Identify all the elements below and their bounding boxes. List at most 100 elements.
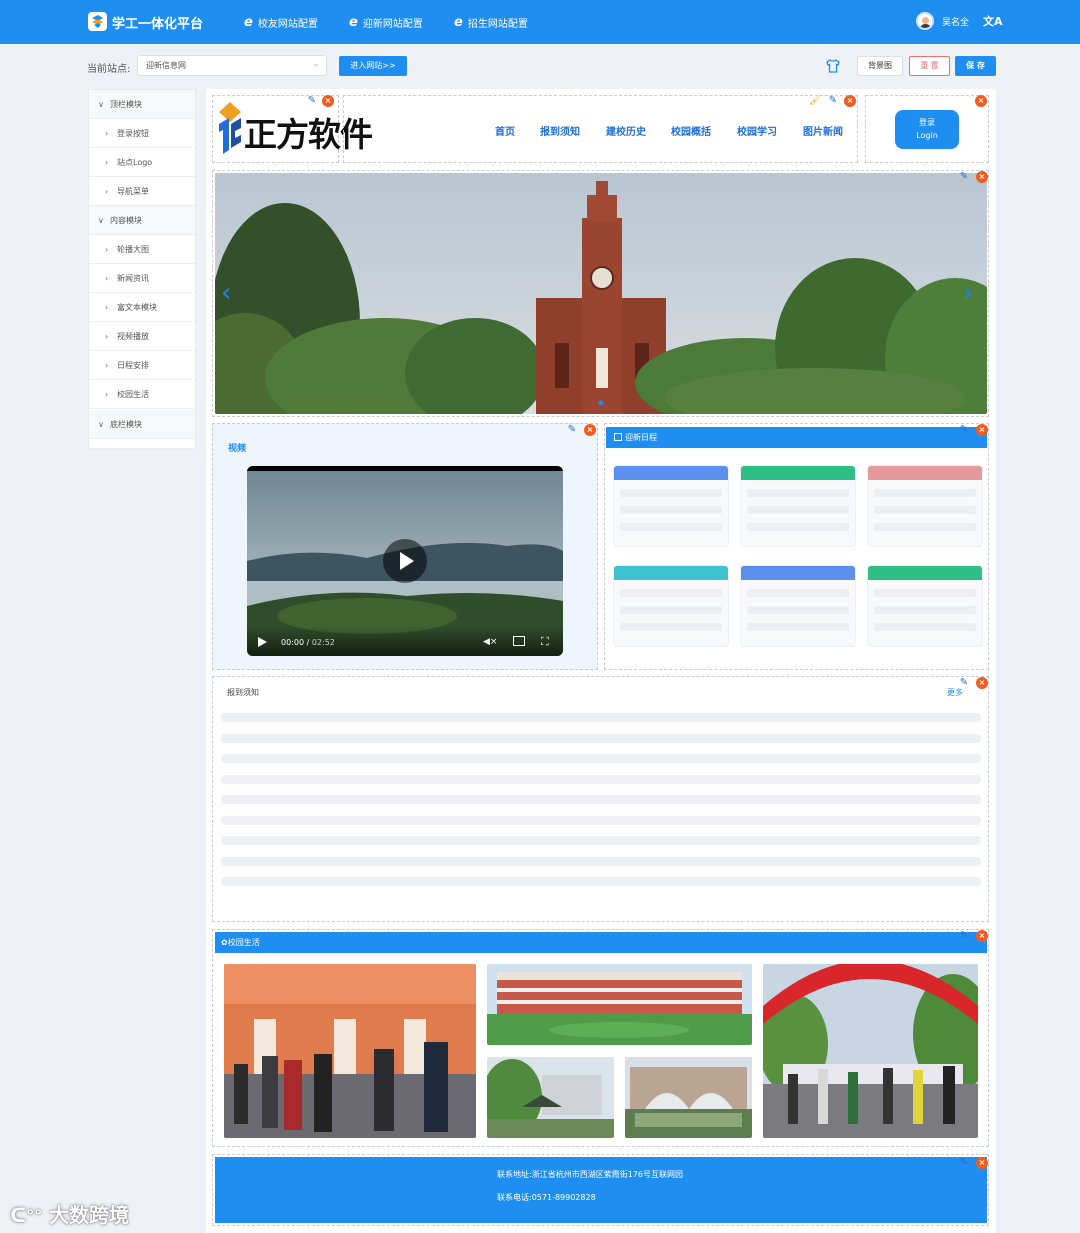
chevron-down-icon: ∨: [98, 216, 104, 225]
edit-icon[interactable]: ✎: [958, 930, 970, 942]
chevron-right-icon: ›: [105, 274, 109, 283]
sidebar-item-nav-menu[interactable]: › 导航菜单: [89, 177, 195, 206]
schedule-card[interactable]: [867, 465, 983, 547]
campus-photo[interactable]: [487, 964, 752, 1045]
skeleton-line: [221, 795, 981, 804]
mute-icon[interactable]: ◀×: [483, 637, 497, 647]
sidebar-item-site-logo[interactable]: › 站点Logo: [89, 148, 195, 177]
background-image-button[interactable]: 背景图: [857, 56, 903, 76]
theme-shirt-icon[interactable]: [822, 56, 844, 76]
schedule-card[interactable]: [740, 565, 856, 647]
close-icon[interactable]: ×: [976, 424, 988, 436]
ie-icon: e: [454, 15, 463, 30]
nav-enrollment-config[interactable]: e 招生网站配置: [454, 15, 528, 30]
site-select-value: 迎新信息网: [146, 61, 186, 70]
login-button[interactable]: 登录 Login: [895, 110, 959, 149]
sidebar-item-label: 视频播放: [117, 332, 149, 341]
skeleton-line: [620, 623, 722, 631]
schedule-card[interactable]: [613, 465, 729, 547]
schedule-card[interactable]: [740, 465, 856, 547]
sidebar-item-label: 新闻资讯: [117, 274, 149, 283]
carousel-prev-icon[interactable]: ‹: [221, 278, 231, 308]
skeleton-line: [747, 489, 849, 497]
reset-button[interactable]: 重 置: [909, 56, 950, 76]
sidebar-item-label: 轮播大图: [117, 245, 149, 254]
platform-logo-icon: [88, 12, 107, 31]
sidebar-item-carousel[interactable]: › 轮播大图: [89, 235, 195, 264]
nav-menu-module[interactable]: [343, 95, 858, 163]
campus-photo[interactable]: [625, 1057, 752, 1138]
chevron-down-icon: ∨: [98, 100, 104, 109]
edit-icon[interactable]: ✎: [958, 1157, 970, 1169]
menu-home[interactable]: 首页: [495, 123, 515, 138]
play-button[interactable]: [383, 539, 427, 583]
footer-phone-label: 联系电话:: [497, 1193, 532, 1202]
enter-site-button[interactable]: 进入网站>>: [339, 56, 407, 76]
campus-photo[interactable]: [224, 964, 476, 1138]
skeleton-line: [221, 733, 981, 743]
nav-freshman-config[interactable]: e 迎新网站配置: [349, 15, 423, 30]
sidebar-item-schedule[interactable]: › 日程安排: [89, 351, 195, 380]
close-icon[interactable]: ×: [584, 424, 596, 436]
campus-photo[interactable]: [763, 964, 978, 1138]
sidebar-group-content[interactable]: ∨ 内容模块: [89, 206, 195, 235]
nav-alumni-config[interactable]: e 校友网站配置: [244, 15, 318, 30]
footer-phone: 联系电话:0571-89902828: [497, 1192, 596, 1203]
close-icon[interactable]: ×: [975, 95, 987, 107]
close-icon[interactable]: ×: [976, 677, 988, 689]
sidebar-item-video[interactable]: › 视频播放: [89, 322, 195, 351]
site-select[interactable]: 迎新信息网 ⌄: [137, 55, 327, 76]
sidebar-item-news[interactable]: › 新闻资讯: [89, 264, 195, 293]
campus-photo[interactable]: [487, 1057, 614, 1138]
skeleton-line: [620, 489, 722, 497]
watermark-logo-icon: ᑕᐤᐤ: [10, 1203, 50, 1227]
paint-brush-icon[interactable]: 🖌: [809, 95, 822, 107]
save-button[interactable]: 保 存: [955, 56, 996, 76]
skeleton-line: [221, 856, 981, 866]
schedule-card-header: [741, 466, 855, 480]
edit-icon[interactable]: ✎: [958, 677, 970, 689]
close-icon[interactable]: ×: [844, 95, 856, 107]
edit-icon[interactable]: ✎: [958, 171, 970, 183]
menu-campus-overview[interactable]: 校园概括: [671, 123, 711, 138]
chevron-right-icon: ›: [105, 390, 109, 399]
skeleton-line: [874, 623, 976, 631]
user-menu[interactable]: 吴名全 文A: [916, 12, 1003, 30]
sidebar-item-login-button[interactable]: › 登录按钮: [89, 119, 195, 148]
menu-registration-notice[interactable]: 报到须知: [540, 123, 580, 138]
video-time-total: 02:52: [311, 638, 335, 647]
flower-icon: ✿: [221, 938, 228, 947]
schedule-card[interactable]: [613, 565, 729, 647]
site-label: 当前站点:: [87, 64, 131, 75]
avatar: [916, 12, 934, 30]
sidebar-item-rich-text[interactable]: › 富文本模块: [89, 293, 195, 322]
close-icon[interactable]: ×: [322, 95, 334, 107]
notice-title: 报到须知: [227, 688, 259, 697]
menu-campus-study[interactable]: 校园学习: [737, 123, 777, 138]
edit-icon[interactable]: ✎: [827, 95, 839, 107]
menu-history[interactable]: 建校历史: [606, 123, 646, 138]
edit-icon[interactable]: ✎: [566, 424, 578, 436]
translate-icon[interactable]: 文A: [983, 13, 1003, 29]
edit-icon[interactable]: ✎: [306, 95, 318, 107]
close-icon[interactable]: ×: [976, 1157, 988, 1169]
chevron-right-icon: ›: [105, 361, 109, 370]
play-small-icon[interactable]: [257, 637, 267, 647]
picture-in-picture-icon[interactable]: [513, 636, 525, 646]
sidebar-item-campus-life[interactable]: › 校园生活: [89, 380, 195, 409]
fullscreen-icon[interactable]: ⛶: [541, 635, 549, 649]
carousel-next-icon[interactable]: ›: [963, 278, 973, 308]
close-icon[interactable]: ×: [976, 171, 988, 183]
skeleton-line: [747, 606, 849, 614]
menu-photo-news[interactable]: 图片新闻: [803, 123, 843, 138]
chevron-right-icon: ›: [105, 129, 109, 138]
sidebar-group-top[interactable]: ∨ 顶栏模块: [89, 90, 195, 119]
skeleton-line: [874, 506, 976, 514]
schedule-card-header: [868, 566, 982, 580]
edit-icon[interactable]: ✎: [958, 424, 970, 436]
video-player[interactable]: 00:00 / 02:52 ◀× ⛶: [247, 466, 563, 656]
sidebar-group-label: 底栏模块: [110, 420, 142, 429]
sidebar-group-footer[interactable]: ∨ 底栏模块: [89, 410, 195, 439]
schedule-card[interactable]: [867, 565, 983, 647]
close-icon[interactable]: ×: [976, 930, 988, 942]
